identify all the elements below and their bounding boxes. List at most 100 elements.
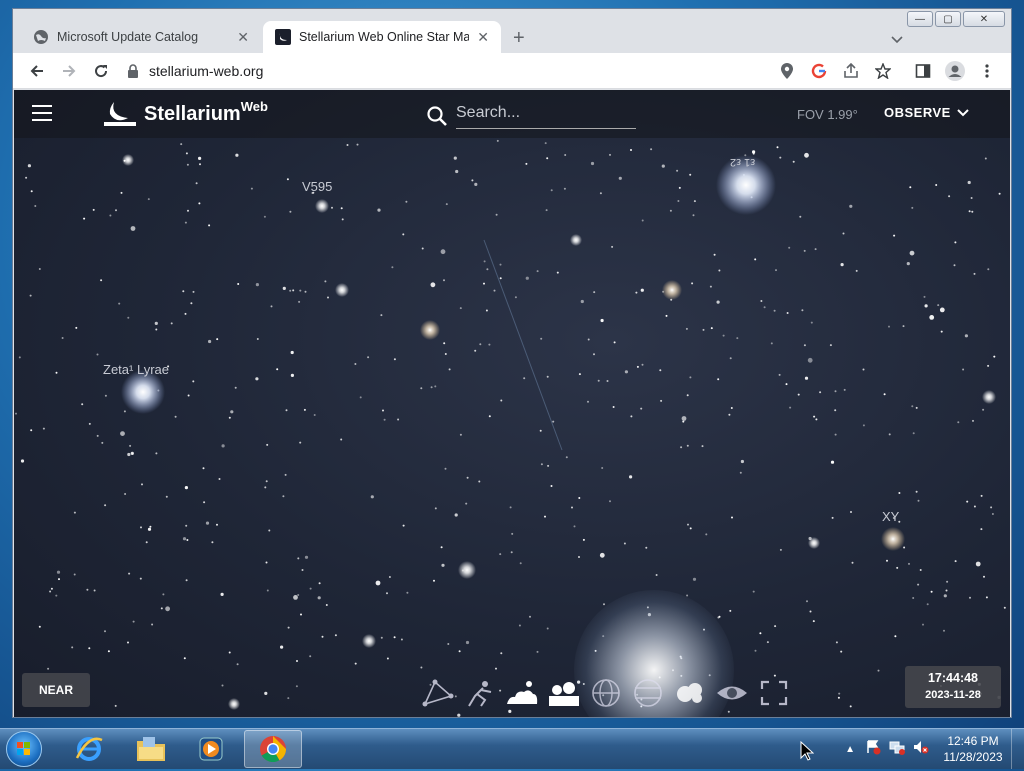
star-label-zeta-lyrae[interactable]: Zeta¹ Lyrae	[103, 362, 169, 377]
faint-star	[909, 186, 912, 189]
star-bright[interactable]	[808, 537, 820, 549]
faint-star	[843, 388, 846, 391]
fullscreen-icon[interactable]	[755, 676, 793, 710]
star-bright[interactable]	[982, 390, 996, 404]
faint-star	[669, 209, 672, 212]
faint-star	[483, 282, 485, 285]
faint-star	[587, 338, 590, 341]
near-button[interactable]: NEAR	[22, 673, 90, 707]
tab-search-icon[interactable]	[891, 33, 903, 47]
faint-star	[183, 657, 186, 660]
menu-icon[interactable]	[32, 105, 52, 123]
star-label-xy[interactable]: XY	[882, 509, 899, 524]
tab-stellarium-web[interactable]: Stellarium Web Online Star Map ✕	[263, 21, 501, 53]
show-desktop-button[interactable]	[1011, 729, 1024, 769]
tab-microsoft-update-catalog[interactable]: Microsoft Update Catalog ✕	[21, 21, 261, 53]
atmosphere-icon[interactable]	[545, 676, 583, 710]
media-player-icon[interactable]	[182, 730, 240, 768]
faint-star	[184, 221, 187, 224]
reload-button[interactable]	[85, 57, 117, 85]
lock-icon[interactable]	[125, 63, 141, 79]
volume-muted-icon[interactable]	[913, 739, 929, 760]
faint-star	[600, 318, 604, 323]
chrome-icon[interactable]	[244, 730, 302, 768]
faint-star	[341, 218, 344, 221]
faint-star	[773, 309, 776, 312]
date-time-button[interactable]: 17:44:48 2023-11-28	[905, 666, 1001, 708]
star-bright[interactable]	[362, 634, 376, 648]
google-lens-icon[interactable]	[805, 57, 833, 85]
faint-star	[115, 209, 117, 212]
chrome-window: — ▢ ✕ Microsoft Update Catalog ✕ Stellar…	[12, 8, 1012, 718]
faint-star	[430, 386, 433, 389]
star-bright[interactable]	[662, 280, 682, 300]
close-tab-icon[interactable]: ✕	[477, 29, 489, 46]
search-input[interactable]	[456, 102, 636, 129]
faint-star	[980, 494, 983, 497]
action-center-icon[interactable]	[865, 739, 881, 760]
start-button[interactable]	[6, 731, 42, 767]
share-icon[interactable]	[837, 57, 865, 85]
dso-eye-icon[interactable]	[713, 676, 751, 710]
faint-star	[393, 636, 396, 639]
faint-star	[894, 635, 897, 638]
star-v595[interactable]	[315, 199, 329, 213]
address-bar[interactable]: stellarium-web.org	[125, 57, 773, 85]
file-explorer-icon[interactable]	[122, 730, 180, 768]
star-label-v595[interactable]: V595	[302, 179, 332, 194]
faint-star	[221, 444, 225, 448]
faint-star	[924, 304, 928, 308]
faint-star	[127, 316, 130, 319]
new-tab-button[interactable]: +	[513, 27, 525, 50]
faint-star	[943, 594, 947, 598]
faint-star	[678, 186, 681, 189]
bookmark-star-icon[interactable]	[869, 57, 897, 85]
star-bright[interactable]	[122, 154, 134, 166]
faint-star	[495, 667, 497, 670]
star-bright[interactable]	[228, 698, 240, 710]
back-button[interactable]	[21, 57, 53, 85]
faint-star	[613, 341, 616, 344]
star-bright[interactable]	[570, 234, 582, 246]
faint-star	[499, 263, 502, 266]
chrome-menu-icon[interactable]	[973, 57, 1001, 85]
faint-star	[972, 419, 974, 422]
faint-star	[815, 418, 818, 421]
side-panel-icon[interactable]	[909, 57, 937, 85]
faint-star	[20, 459, 25, 463]
bottom-toolbar	[419, 676, 793, 710]
faint-star	[926, 603, 929, 606]
faint-star	[804, 152, 809, 158]
search-icon[interactable]	[426, 105, 448, 127]
show-hidden-icons-icon[interactable]: ▲	[845, 744, 855, 755]
star-bright[interactable]	[458, 561, 476, 579]
star-yellow[interactable]	[420, 320, 440, 340]
star-label-epsilon[interactable]: ε1 ε2	[730, 156, 755, 168]
nebulae-icon[interactable]	[671, 676, 709, 710]
constellations-icon[interactable]	[419, 676, 457, 710]
location-icon[interactable]	[773, 57, 801, 85]
faint-star	[155, 328, 158, 331]
faint-star	[465, 640, 470, 645]
azimuthal-grid-icon[interactable]	[587, 676, 625, 710]
constellation-art-icon[interactable]	[461, 676, 499, 710]
taskbar-clock[interactable]: 12:46 PM 11/28/2023	[935, 733, 1011, 765]
faint-star	[397, 418, 400, 421]
faint-star	[523, 377, 526, 380]
equatorial-grid-icon[interactable]	[629, 676, 667, 710]
faint-star	[192, 290, 195, 293]
landscape-icon[interactable]	[503, 676, 541, 710]
faint-star	[578, 373, 581, 376]
sky-map-canvas[interactable]: V595 Zeta¹ Lyrae XY ε1 ε2 Stellarium Web	[14, 90, 1010, 717]
star-bright[interactable]	[335, 283, 349, 297]
internet-explorer-icon[interactable]	[60, 730, 118, 768]
star-xy[interactable]	[881, 527, 905, 551]
profile-avatar-icon[interactable]	[941, 57, 969, 85]
forward-button[interactable]	[53, 57, 85, 85]
faint-star	[840, 263, 844, 267]
faint-star	[536, 650, 539, 653]
close-tab-icon[interactable]: ✕	[237, 29, 249, 46]
observe-dropdown[interactable]: OBSERVE	[884, 105, 969, 120]
network-icon[interactable]	[889, 739, 905, 760]
faint-star	[838, 692, 841, 695]
